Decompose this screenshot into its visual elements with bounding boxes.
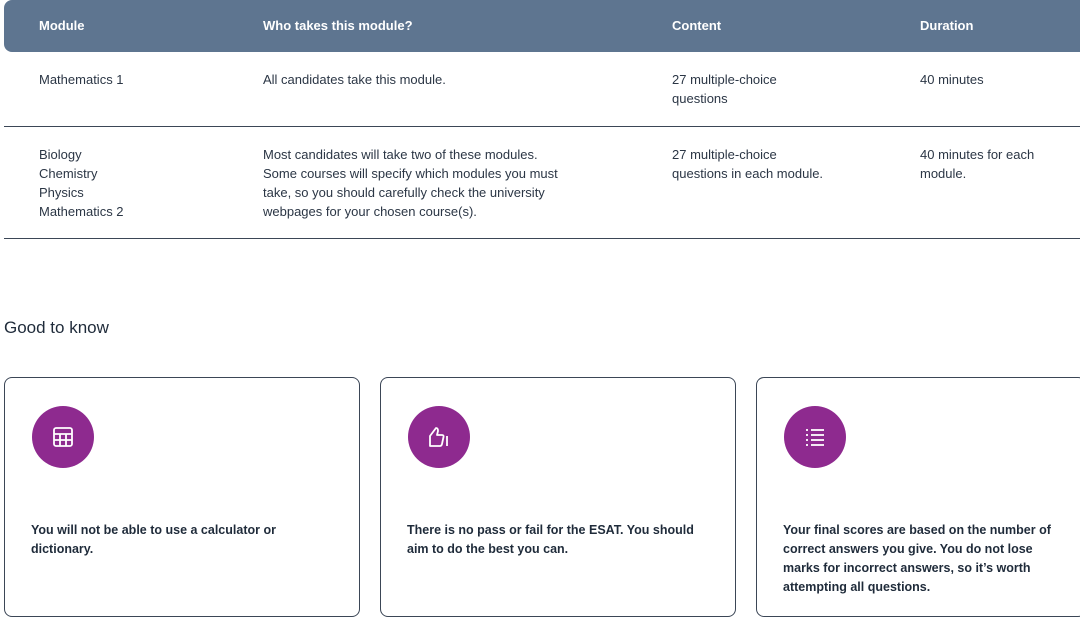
cell-who: All candidates take this module. xyxy=(263,72,446,87)
card-text: You will not be able to use a calculator… xyxy=(31,523,276,556)
cell-duration: 40 minutes xyxy=(920,72,984,87)
header-who: Who takes this module? xyxy=(263,18,413,33)
card-text: Your final scores are based on the numbe… xyxy=(783,523,1051,594)
cell-module: Mathematics 1 xyxy=(39,72,124,87)
table-header: Module Who takes this module? Content Du… xyxy=(4,0,1080,52)
cell-content: 27 multiple-choice questions in each mod… xyxy=(672,147,824,181)
calculator-icon xyxy=(32,406,94,468)
header-content: Content xyxy=(672,18,722,33)
card-text: There is no pass or fail for the ESAT. Y… xyxy=(407,523,694,556)
info-card-calculator: You will not be able to use a calculator… xyxy=(4,377,360,617)
cell-content: 27 multiple-choice questions xyxy=(672,72,777,106)
table-row: Mathematics 1 All candidates take this m… xyxy=(4,52,1080,127)
cell-who: Most candidates will take two of these m… xyxy=(263,147,558,219)
modules-table: Module Who takes this module? Content Du… xyxy=(4,0,1080,239)
thumbs-up-icon xyxy=(408,406,470,468)
table-row: Biology Chemistry Physics Mathematics 2 … xyxy=(4,127,1080,239)
info-card-scoring: Your final scores are based on the numbe… xyxy=(756,377,1080,617)
good-to-know-heading: Good to know xyxy=(4,318,109,337)
info-card-pass-fail: There is no pass or fail for the ESAT. Y… xyxy=(380,377,736,617)
cell-module: Biology Chemistry Physics Mathematics 2 xyxy=(39,147,124,219)
cell-duration: 40 minutes for each module. xyxy=(920,147,1035,181)
list-icon xyxy=(784,406,846,468)
header-duration: Duration xyxy=(920,18,974,33)
header-module: Module xyxy=(39,18,85,33)
